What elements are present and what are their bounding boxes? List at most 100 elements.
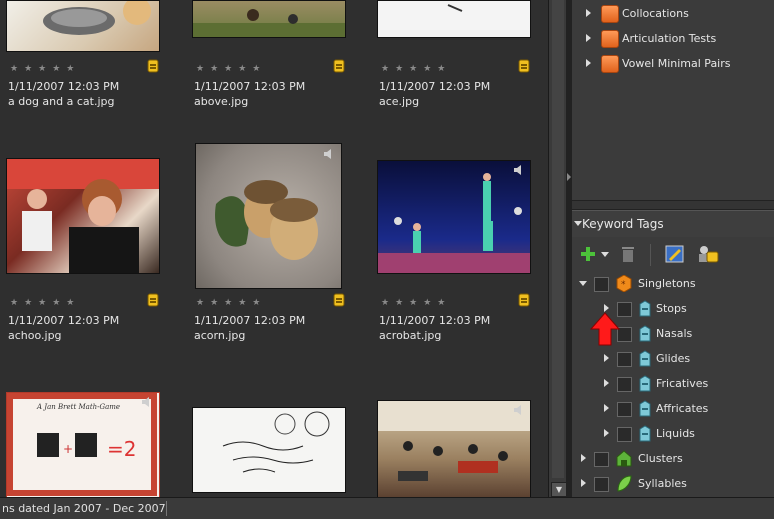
keyword-checkbox[interactable]: [617, 402, 632, 417]
keyword-checkbox[interactable]: [594, 277, 609, 292]
photo-date: 1/11/2007 12:03 PM: [379, 80, 491, 93]
keyword-tag-affricates[interactable]: Affricates: [572, 397, 774, 421]
collection-item[interactable]: Vowel Minimal Pairs: [572, 52, 774, 76]
thumbnail-acrobat[interactable]: [377, 160, 531, 274]
photo-filename: above.jpg: [194, 95, 249, 108]
audio-icon: [324, 149, 331, 159]
expand-arrow-icon[interactable]: [586, 34, 591, 42]
collection-label: Articulation Tests: [622, 32, 717, 45]
expand-arrow-icon[interactable]: [581, 479, 586, 487]
status-bar: ns dated Jan 2007 - Dec 2007: [0, 497, 774, 519]
status-separator: [166, 501, 167, 516]
expand-arrow-icon[interactable]: [604, 379, 609, 387]
keyword-tag-glides[interactable]: Glides: [572, 347, 774, 371]
tag-icon: [639, 375, 651, 392]
collection-label: Vowel Minimal Pairs: [622, 57, 731, 70]
trash-icon[interactable]: [620, 245, 636, 263]
rating-stars[interactable]: ★★★★★: [10, 298, 80, 308]
audio-icon: [514, 165, 521, 175]
tag-icon: [639, 350, 651, 367]
edit-icon[interactable]: [665, 244, 685, 264]
tag-icon: [639, 300, 651, 317]
rating-stars[interactable]: ★★★★★: [381, 64, 451, 74]
collection-item[interactable]: Collocations: [572, 2, 774, 26]
expand-arrow-icon[interactable]: [604, 304, 609, 312]
tag-icon: [639, 400, 651, 417]
collection-item[interactable]: Articulation Tests: [572, 27, 774, 51]
thumbnail-math-game-card[interactable]: A Jan Brett Math-Game + =2: [6, 392, 160, 497]
rating-stars[interactable]: ★★★★★: [10, 64, 80, 74]
keyword-tag-badge-icon[interactable]: [517, 293, 531, 309]
thumbnail-yoga-class[interactable]: [377, 400, 531, 497]
tag-icon: [639, 425, 651, 442]
keyword-tags-header[interactable]: Keyword Tags: [572, 210, 774, 237]
plus-icon[interactable]: [580, 246, 596, 262]
keyword-tag-badge-icon[interactable]: [146, 59, 160, 75]
keyword-tag-badge-icon[interactable]: [332, 293, 346, 309]
rating-stars[interactable]: ★★★★★: [196, 64, 266, 74]
chevron-down-icon[interactable]: [601, 252, 609, 258]
photo-date: 1/11/2007 12:03 PM: [8, 314, 120, 327]
keyword-tag-fricatives[interactable]: Fricatives: [572, 372, 774, 396]
thumbnail-dog-and-cat[interactable]: [6, 0, 160, 52]
audio-icon: [514, 405, 521, 415]
keyword-checkbox[interactable]: [617, 377, 632, 392]
thumbnail-ace[interactable]: [377, 0, 531, 38]
keyword-tag-badge-icon[interactable]: [517, 59, 531, 75]
orange-album-icon: [601, 5, 619, 23]
grid-scrollbar[interactable]: ▼: [548, 0, 567, 497]
expand-arrow-icon[interactable]: [581, 454, 586, 462]
orange-album-icon: [601, 30, 619, 48]
photo-filename: a dog and a cat.jpg: [8, 95, 115, 108]
keyword-tag-badge-icon[interactable]: [146, 293, 160, 309]
keyword-tag-badge-icon[interactable]: [332, 59, 346, 75]
orange-category-icon: *: [616, 275, 632, 292]
expand-arrow-icon[interactable]: [586, 59, 591, 67]
audio-icon: [142, 397, 149, 407]
keyword-label: Fricatives: [656, 377, 709, 390]
thumbnail-envelope[interactable]: [192, 407, 346, 493]
photo-filename: acrobat.jpg: [379, 329, 442, 342]
svg-text:+: +: [63, 442, 73, 456]
expand-arrow-icon[interactable]: [604, 429, 609, 437]
rating-stars[interactable]: ★★★★★: [381, 298, 451, 308]
keyword-label: Clusters: [638, 452, 683, 465]
red-arrow-icon: [590, 312, 620, 346]
keyword-checkbox[interactable]: [617, 352, 632, 367]
thumbnail-envelope-image: [222, 411, 330, 473]
keyword-checkbox[interactable]: [594, 452, 609, 467]
expand-arrow-icon[interactable]: [604, 354, 609, 362]
organize-panel: Collocations Articulation Tests Vowel Mi…: [572, 0, 774, 497]
rating-stars[interactable]: ★★★★★: [196, 298, 266, 308]
thumbnail-acorn[interactable]: [195, 143, 342, 289]
keyword-label: Syllables: [638, 477, 687, 490]
expand-arrow-icon[interactable]: [604, 404, 609, 412]
keyword-toolbar: [572, 238, 774, 272]
thumbnail-achoo[interactable]: [6, 158, 160, 274]
scrollbar-track[interactable]: [552, 0, 564, 478]
collapse-arrow-icon[interactable]: [574, 221, 582, 226]
expand-arrow-icon[interactable]: [586, 9, 591, 17]
status-text: ns dated Jan 2007 - Dec 2007: [2, 502, 166, 515]
thumbnail-achoo-image: [7, 159, 159, 273]
green-category-icon: [616, 450, 632, 467]
keyword-tags-title: Keyword Tags: [582, 217, 664, 231]
keyword-label: Glides: [656, 352, 691, 365]
keyword-tag-liquids[interactable]: Liquids: [572, 422, 774, 446]
green-leaf-icon: [617, 475, 632, 492]
photo-date: 1/11/2007 12:03 PM: [379, 314, 491, 327]
people-tag-icon[interactable]: [697, 244, 719, 264]
keyword-category-singletons[interactable]: * Singletons: [572, 272, 774, 296]
thumbnail-above[interactable]: [192, 0, 346, 38]
photo-date: 1/11/2007 12:03 PM: [8, 80, 120, 93]
scroll-down-icon[interactable]: ▼: [551, 482, 567, 497]
keyword-category-syllables[interactable]: Syllables: [572, 472, 774, 496]
keyword-label: Stops: [656, 302, 687, 315]
keyword-checkbox[interactable]: [617, 427, 632, 442]
keyword-category-clusters[interactable]: Clusters: [572, 447, 774, 471]
keyword-checkbox[interactable]: [594, 477, 609, 492]
panel-divider[interactable]: [572, 200, 774, 210]
photo-grid: ★★★★★ ★★★★★ ★★★★★ 1/11/2007 12:03 PM a d…: [0, 0, 548, 497]
collapse-arrow-icon[interactable]: [579, 281, 587, 286]
photo-filename: achoo.jpg: [8, 329, 62, 342]
